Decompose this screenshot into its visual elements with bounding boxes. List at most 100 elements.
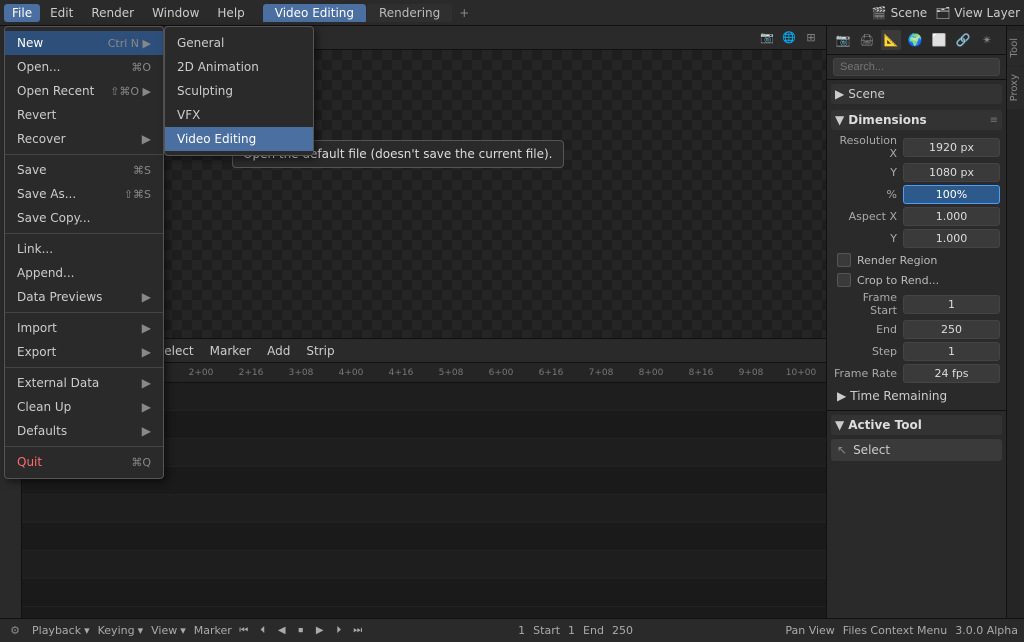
playback-item[interactable]: Playback ▾ xyxy=(32,624,90,637)
active-tool-header[interactable]: ▼ Active Tool xyxy=(831,415,1002,435)
resolution-percent-row: % 100% xyxy=(831,185,1002,204)
aspect-y-value[interactable]: 1.000 xyxy=(903,229,1000,248)
resolution-y-value[interactable]: 1080 px xyxy=(903,163,1000,182)
render-region-checkbox[interactable] xyxy=(837,253,851,267)
rp-icon-scene[interactable]: 📐 xyxy=(881,30,901,50)
ruler-marks: 0+01 0+16 1+08 2+00 2+16 3+08 4+00 4+16 … xyxy=(26,368,826,378)
time-remaining-triangle: ▶ xyxy=(837,389,846,403)
toolbar-blade[interactable]: ✂ xyxy=(2,90,20,108)
scene-section: ▶ Scene ▼ Dimensions ≡ Resolution X 1920… xyxy=(827,80,1006,410)
bottom-bar: ⚙ Playback ▾ Keying ▾ View ▾ Marker ⏮ ⏴ … xyxy=(0,618,1024,642)
aspect-x-label: Aspect X xyxy=(833,210,903,223)
workspace-tab-add[interactable]: + xyxy=(453,4,475,22)
top-bar: File Edit Render Window Help Video Editi… xyxy=(0,0,1024,26)
start-value[interactable]: 1 xyxy=(568,624,575,637)
seq-strip[interactable]: Strip xyxy=(302,342,338,360)
frame-rate-value[interactable]: 24 fps xyxy=(903,364,1000,383)
toolbar-cursor[interactable]: ↖ xyxy=(2,30,20,48)
active-tool-triangle: ▼ xyxy=(835,418,844,432)
help-menu-trigger[interactable]: Help xyxy=(209,4,252,22)
viewport-camera-icon[interactable]: 📷 xyxy=(758,29,776,47)
bottom-engine-icon[interactable]: ⚙ xyxy=(6,622,24,640)
properties-search[interactable] xyxy=(833,58,1000,76)
track-row xyxy=(22,523,826,551)
playback-label: Playback xyxy=(32,624,81,637)
viewport-globe-icon[interactable]: 🌐 xyxy=(780,29,798,47)
top-bar-right: 🎬 Scene 🗂 View Layer xyxy=(872,6,1020,20)
marker-label: Marker xyxy=(194,624,232,637)
ruler-mark-2: 1+08 xyxy=(126,368,176,378)
window-menu-trigger[interactable]: Window xyxy=(144,4,207,22)
viewport-icon-buttons: 📷 🌐 ⊞ xyxy=(758,29,820,47)
rp-icon-output[interactable]: 🖨 xyxy=(857,30,877,50)
select-item[interactable]: ↖ Select xyxy=(831,439,1002,461)
layer-selector[interactable]: 🗂 View Layer xyxy=(935,6,1020,20)
time-remaining-row[interactable]: ▶ Time Remaining xyxy=(831,386,1002,406)
seq-view[interactable]: View xyxy=(108,342,144,360)
resolution-percent-value[interactable]: 100% xyxy=(903,185,1000,204)
scene-selector[interactable]: 🎬 Scene xyxy=(872,6,927,20)
edit-menu-trigger[interactable]: Edit xyxy=(42,4,81,22)
seq-add[interactable]: Add xyxy=(263,342,294,360)
time-remaining-label: Time Remaining xyxy=(850,389,947,403)
end-value[interactable]: 250 xyxy=(612,624,633,637)
viewport-grid-icon[interactable]: ⊞ xyxy=(802,29,820,47)
jump-end-btn[interactable]: ⏭ xyxy=(350,623,366,639)
side-tab-tool[interactable]: Tool xyxy=(1007,30,1024,65)
select-label: Select xyxy=(853,443,890,457)
resolution-x-value[interactable]: 1920 px xyxy=(903,138,1000,157)
frame-step-value[interactable]: 1 xyxy=(903,342,1000,361)
view-item[interactable]: View ▾ xyxy=(151,624,186,637)
rp-icon-object[interactable]: ⬜ xyxy=(929,30,949,50)
workspace-tab-video-editing[interactable]: Video Editing xyxy=(263,4,366,22)
seq-select[interactable]: Select xyxy=(153,342,198,360)
track-row xyxy=(22,383,826,411)
keying-item[interactable]: Keying ▾ xyxy=(98,624,143,637)
track-row xyxy=(22,579,826,607)
playback-controls: ⏮ ⏴ ◀ ⏹ ▶ ⏵ ⏭ xyxy=(236,623,366,639)
scene-header[interactable]: ▶ Scene xyxy=(831,84,1002,104)
start-label: Start xyxy=(533,624,560,637)
seq-label: Sequencer xyxy=(28,342,100,360)
bottom-bar-right: 1 Start 1 End 250 xyxy=(518,624,633,637)
toolbar-select-box[interactable]: ⬚ xyxy=(2,50,20,68)
resolution-y-label: Y xyxy=(833,166,903,179)
scene-icon: 🎬 xyxy=(872,6,887,20)
aspect-x-value[interactable]: 1.000 xyxy=(903,207,1000,226)
frame-end-value[interactable]: 250 xyxy=(903,320,1000,339)
end-label: End xyxy=(583,624,604,637)
crop-row: Crop to Rend... xyxy=(831,271,1002,289)
stop-btn[interactable]: ⏹ xyxy=(293,623,309,639)
file-menu-trigger[interactable]: File xyxy=(4,4,40,22)
prev-frame-btn[interactable]: ⏴ xyxy=(255,623,271,639)
play-reverse-btn[interactable]: ◀ xyxy=(274,623,290,639)
current-frame[interactable]: 1 xyxy=(518,624,525,637)
rp-icon-constraints[interactable]: 🔗 xyxy=(953,30,973,50)
rp-icon-render[interactable]: 📷 xyxy=(833,30,853,50)
jump-start-btn[interactable]: ⏮ xyxy=(236,623,252,639)
keying-label: Keying xyxy=(98,624,135,637)
left-toolbar: ↖ ⬚ ✥ ✂ xyxy=(0,26,22,618)
workspace-tab-rendering[interactable]: Rendering xyxy=(367,4,452,22)
dimensions-menu-icon[interactable]: ≡ xyxy=(990,115,998,126)
crop-label: Crop to Rend... xyxy=(857,274,939,287)
render-menu-trigger[interactable]: Render xyxy=(83,4,142,22)
frame-start-label: Frame Start xyxy=(833,291,903,317)
play-btn[interactable]: ▶ xyxy=(312,623,328,639)
marker-item[interactable]: Marker xyxy=(194,624,232,637)
active-tool-label: Active Tool xyxy=(848,418,922,432)
rp-icon-world[interactable]: 🌍 xyxy=(905,30,925,50)
viewport[interactable]: Open the default file (doesn't save the … xyxy=(22,50,826,338)
side-tab-proxy[interactable]: Proxy xyxy=(1007,66,1024,109)
frame-start-value[interactable]: 1 xyxy=(903,295,1000,314)
frame-start-row: Frame Start 1 xyxy=(831,291,1002,317)
track-row xyxy=(22,439,826,467)
rp-icon-particles[interactable]: ✴ xyxy=(977,30,997,50)
seq-marker[interactable]: Marker xyxy=(206,342,255,360)
toolbar-grab[interactable]: ✥ xyxy=(2,70,20,88)
next-frame-btn[interactable]: ⏵ xyxy=(331,623,347,639)
track-row xyxy=(22,495,826,523)
crop-checkbox[interactable] xyxy=(837,273,851,287)
ruler-mark-13: 8+16 xyxy=(676,368,726,378)
dimensions-header[interactable]: ▼ Dimensions ≡ xyxy=(831,110,1002,130)
